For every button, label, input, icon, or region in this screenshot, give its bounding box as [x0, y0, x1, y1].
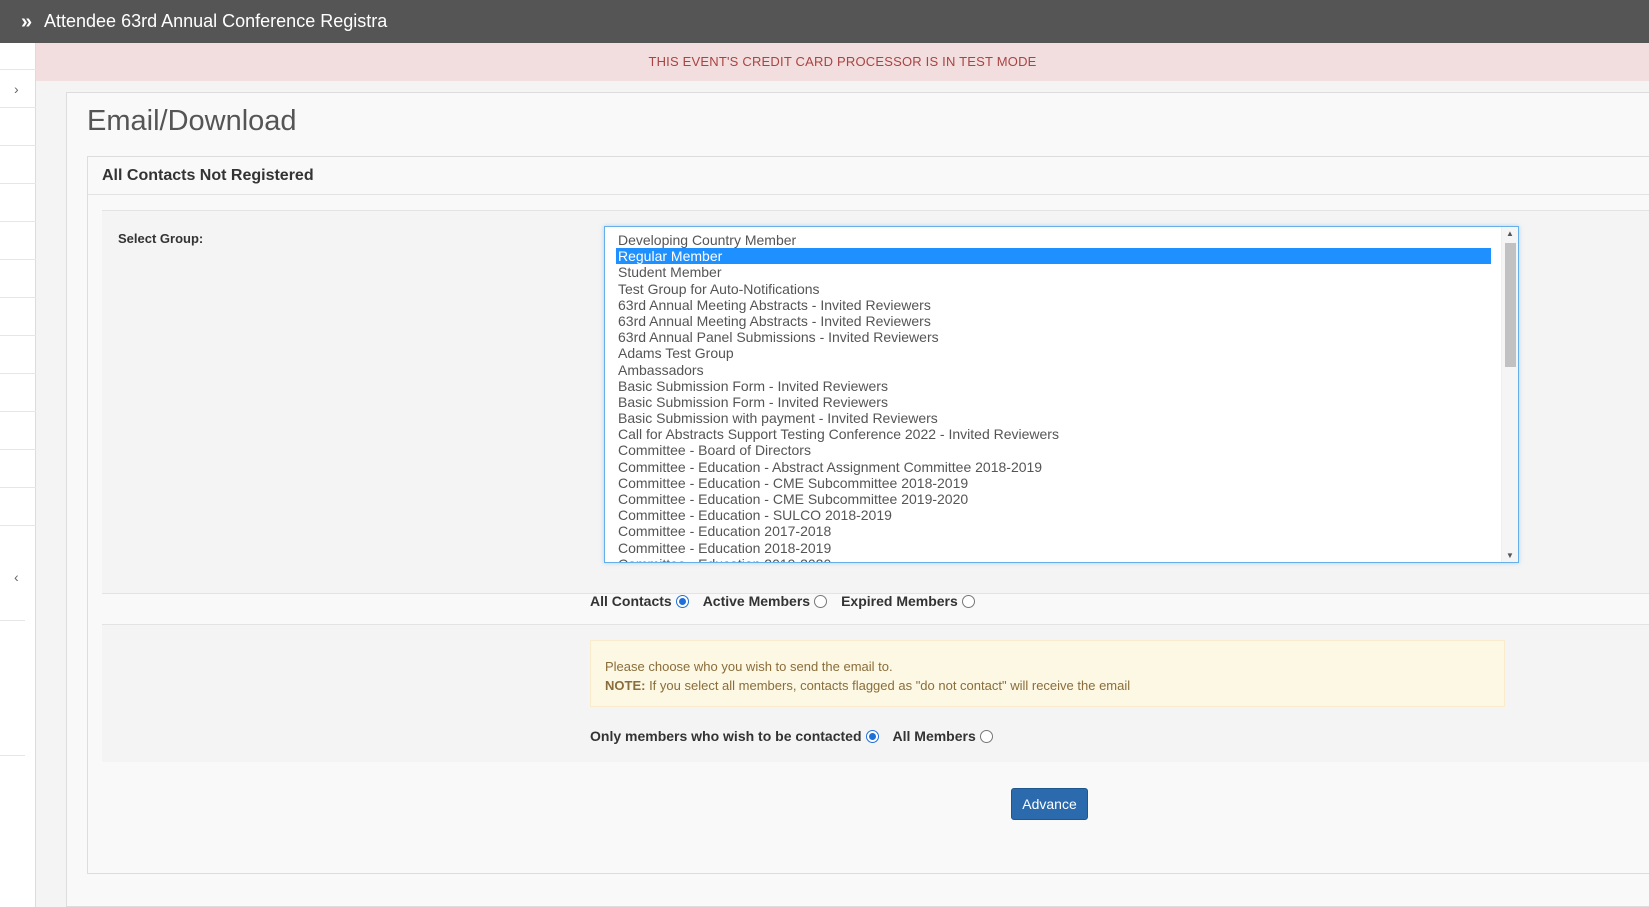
group-listbox[interactable]: Developing Country Member Regular Member S… [604, 226, 1519, 563]
note-row: Please choose who you wish to send the e… [102, 624, 1649, 762]
group-option[interactable]: Committee - Education - CME Subcommittee… [616, 491, 1491, 507]
all-contacts-radio[interactable] [675, 594, 689, 608]
sidebar-divider [0, 620, 25, 621]
note-line-2: NOTE: If you select all members, contact… [605, 676, 1490, 695]
all-members-radio[interactable] [979, 729, 993, 743]
group-option[interactable]: Ambassadors [616, 362, 1491, 378]
alert-text: THIS EVENT'S CREDIT CARD PROCESSOR IS IN… [648, 54, 1037, 69]
double-chevron-right-icon[interactable]: » [21, 12, 39, 32]
sidebar-divider [0, 449, 36, 450]
membership-filter: All Contacts Active Members Expired Memb… [590, 591, 989, 611]
sidebar-divider [0, 411, 36, 412]
sidebar-divider [0, 69, 36, 70]
note-text: If you select all members, contacts flag… [645, 678, 1131, 693]
sidebar-divider [0, 221, 36, 222]
note-bold: NOTE: [605, 678, 646, 693]
wish-contacted-radio[interactable] [865, 729, 879, 743]
main-panel: Email/Download All Contacts Not Register… [66, 92, 1649, 907]
group-option[interactable]: Basic Submission Form - Invited Reviewer… [616, 378, 1491, 394]
group-option[interactable]: Committee - Education - SULCO 2018-2019 [616, 507, 1491, 523]
top-bar: » Attendee 63rd Annual Conference Regist… [0, 0, 1649, 43]
sidebar-divider [0, 335, 36, 336]
group-option[interactable]: Committee - Education 2019-2020 [616, 556, 1491, 562]
test-mode-alert: THIS EVENT'S CREDIT CARD PROCESSOR IS IN… [36, 43, 1649, 81]
contacts-box: All Contacts Not Registered Select Group… [87, 156, 1649, 874]
chevron-right-icon[interactable]: › [14, 81, 19, 97]
sidebar-divider [0, 373, 36, 374]
expired-members-label: Expired Members [841, 593, 958, 609]
group-option[interactable]: 63rd Annual Meeting Abstracts - Invited … [616, 297, 1491, 313]
group-option[interactable]: Committee - Education 2017-2018 [616, 523, 1491, 539]
page-title: Email/Download [87, 105, 297, 137]
active-members-label: Active Members [702, 593, 811, 609]
chevron-left-icon[interactable]: ‹ [14, 569, 19, 585]
group-option[interactable]: 63rd Annual Meeting Abstracts - Invited … [616, 313, 1491, 329]
app-title: Attendee 63rd Annual Conference Registra [44, 11, 388, 31]
group-options: Developing Country Member Regular Member S… [605, 227, 1518, 562]
group-option[interactable]: Adams Test Group [616, 345, 1491, 361]
expired-members-radio[interactable] [961, 594, 975, 608]
select-group-label: Select Group: [118, 231, 204, 246]
group-option[interactable]: Regular Member [616, 248, 1491, 265]
group-select-row: Select Group: Developing Country Member R… [102, 210, 1649, 594]
scroll-down-icon[interactable]: ▼ [1506, 551, 1514, 560]
section-title: All Contacts Not Registered [88, 157, 1649, 195]
group-option[interactable]: Committee - Education - CME Subcommittee… [616, 475, 1491, 491]
wish-contacted-label: Only members who wish to be contacted [590, 728, 862, 744]
note-line-1: Please choose who you wish to send the e… [605, 659, 893, 674]
scroll-thumb[interactable] [1505, 243, 1516, 367]
group-option[interactable]: Committee - Board of Directors [616, 442, 1491, 458]
group-option[interactable]: Basic Submission Form - Invited Reviewer… [616, 394, 1491, 410]
sidebar-divider [0, 297, 36, 298]
group-option[interactable]: 63rd Annual Panel Submissions - Invited … [616, 329, 1491, 345]
advance-button[interactable]: Advance [1011, 788, 1088, 820]
warning-note: Please choose who you wish to send the e… [590, 640, 1505, 707]
sidebar-divider [0, 487, 36, 488]
group-option[interactable]: Call for Abstracts Support Testing Confe… [616, 426, 1491, 442]
group-option[interactable]: Committee - Education - Abstract Assignm… [616, 459, 1491, 475]
sidebar-divider [0, 755, 25, 756]
sidebar: › ‹ [0, 43, 36, 907]
group-option[interactable]: Committee - Education 2018-2019 [616, 540, 1491, 556]
contact-filter: Only members who wish to be contacted Al… [590, 728, 1007, 744]
active-members-radio[interactable] [814, 594, 828, 608]
group-option[interactable]: Student Member [616, 264, 1491, 280]
group-option[interactable]: Test Group for Auto-Notifications [616, 281, 1491, 297]
group-option[interactable]: Basic Submission with payment - Invited … [616, 410, 1491, 426]
sidebar-divider [0, 183, 36, 184]
sidebar-divider [0, 145, 36, 146]
all-members-label: All Members [892, 728, 976, 744]
sidebar-divider [0, 107, 36, 108]
scroll-up-icon[interactable]: ▲ [1506, 229, 1514, 238]
sidebar-divider [0, 525, 36, 526]
all-contacts-label: All Contacts [590, 593, 672, 609]
listbox-scrollbar[interactable]: ▲ ▼ [1501, 227, 1518, 562]
sidebar-divider [0, 259, 36, 260]
group-option[interactable]: Developing Country Member [616, 232, 1491, 248]
